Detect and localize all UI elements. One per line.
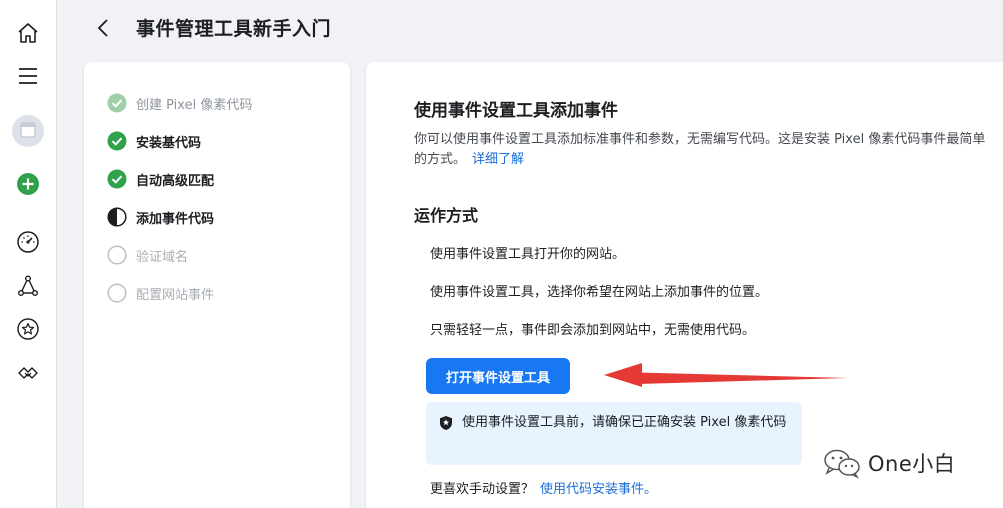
- step-create-pixel[interactable]: 创建 Pixel 像素代码: [107, 91, 252, 115]
- account-avatar[interactable]: [8, 113, 48, 149]
- steps-panel: 创建 Pixel 像素代码 安装基代码 自动高级匹配 添加事件代码 验证域名 配…: [84, 62, 350, 508]
- shield-icon: [440, 416, 452, 430]
- half-circle-icon: [107, 207, 127, 227]
- check-circle-icon: [107, 93, 127, 113]
- main-panel: 使用事件设置工具添加事件 你可以使用事件设置工具添加标准事件和参数，无需编写代码…: [366, 62, 1003, 508]
- description: 你可以使用事件设置工具添加标准事件和参数，无需编写代码。这是安装 Pixel 像…: [414, 130, 994, 170]
- add-icon[interactable]: [8, 166, 48, 202]
- watermark-text: One小白: [868, 452, 956, 476]
- notice-text: 使用事件设置工具前，请确保已正确安装 Pixel 像素代码: [462, 415, 787, 430]
- step-advanced-matching[interactable]: 自动高级匹配: [107, 167, 214, 191]
- install-with-code-link[interactable]: 使用代码安装事件。: [540, 482, 657, 497]
- open-event-setup-tool-button[interactable]: 打开事件设置工具: [426, 358, 570, 394]
- home-icon[interactable]: [8, 15, 48, 51]
- step-label: 验证域名: [136, 249, 189, 265]
- wechat-icon: [824, 449, 860, 479]
- step-add-event-code[interactable]: 添加事件代码: [107, 205, 214, 229]
- step-label: 创建 Pixel 像素代码: [136, 97, 253, 113]
- check-circle-icon: [107, 169, 127, 189]
- chevron-left-icon: [97, 19, 108, 37]
- check-circle-icon: [107, 131, 127, 151]
- empty-circle-icon: [107, 245, 127, 265]
- star-icon[interactable]: [8, 311, 48, 347]
- step-verify-domain[interactable]: 验证域名: [107, 243, 188, 267]
- manual-prompt: 更喜欢手动设置？: [430, 482, 535, 497]
- watermark: One小白: [822, 447, 955, 479]
- annotation-arrow: [604, 363, 848, 387]
- how-item: 只需轻轻一点，事件即会添加到网站中，无需使用代码。: [430, 323, 756, 338]
- step-install-base-code[interactable]: 安装基代码: [107, 129, 201, 153]
- section-title: 使用事件设置工具添加事件: [414, 101, 618, 121]
- left-nav-rail: [0, 0, 57, 508]
- gauge-icon[interactable]: [8, 224, 48, 260]
- menu-icon[interactable]: [8, 58, 48, 94]
- partner-icon[interactable]: [8, 355, 48, 391]
- how-item: 使用事件设置工具打开你的网站。: [430, 247, 626, 262]
- page-header: 事件管理工具新手入门: [57, 0, 1003, 58]
- step-label: 安装基代码: [136, 135, 202, 151]
- step-configure-web-events[interactable]: 配置网站事件: [107, 281, 214, 305]
- empty-circle-icon: [107, 283, 127, 303]
- back-button[interactable]: [91, 16, 115, 40]
- notice-banner: 使用事件设置工具前，请确保已正确安装 Pixel 像素代码: [426, 402, 802, 465]
- manual-setup-row: 更喜欢手动设置？ 使用代码安装事件。: [430, 478, 657, 497]
- data-source-icon[interactable]: [8, 268, 48, 304]
- step-label: 自动高级匹配: [136, 173, 215, 189]
- step-label: 配置网站事件: [136, 287, 215, 303]
- how-item: 使用事件设置工具，选择你希望在网站上添加事件的位置。: [430, 285, 769, 300]
- step-label: 添加事件代码: [136, 211, 215, 227]
- page-title: 事件管理工具新手入门: [136, 18, 332, 40]
- learn-more-link[interactable]: 详细了解: [472, 152, 524, 167]
- how-it-works-title: 运作方式: [414, 206, 479, 225]
